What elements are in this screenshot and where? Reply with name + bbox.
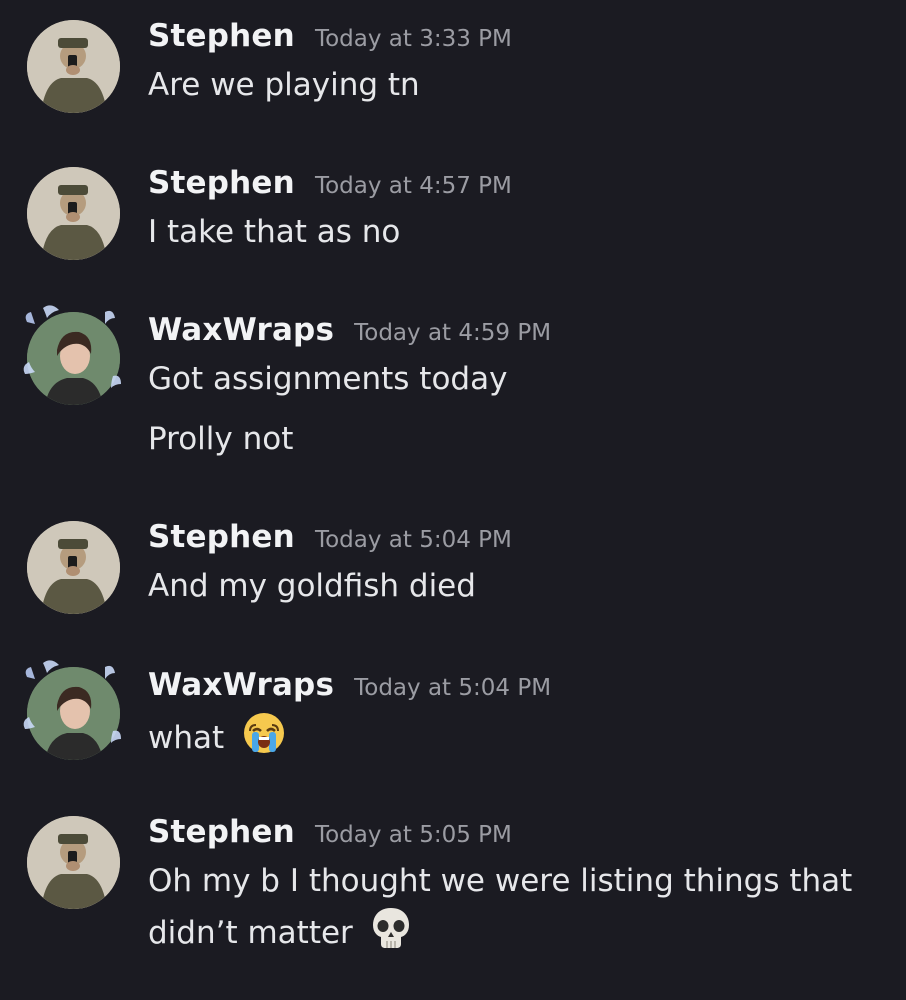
chat-message-list: Stephen Today at 3:33 PM Are we playing … [0, 0, 906, 1000]
message-header: Stephen Today at 3:33 PM [148, 18, 512, 58]
message-text-content: what [148, 720, 225, 756]
username[interactable]: Stephen [148, 165, 295, 201]
message-text: And my goldfish died [148, 568, 476, 604]
message-text: didn’t matter [148, 906, 411, 963]
username[interactable]: WaxWraps [148, 667, 334, 703]
timestamp: Today at 5:05 PM [314, 822, 512, 848]
avatar-decoration-icon [23, 305, 121, 388]
message-header: WaxWraps Today at 5:04 PM [148, 667, 551, 707]
avatar[interactable] [23, 305, 121, 405]
message-text: Are we playing tn [148, 67, 420, 103]
skull-icon [371, 906, 411, 963]
username[interactable]: Stephen [148, 814, 295, 850]
avatar[interactable] [27, 167, 120, 260]
avatar-decoration-icon [23, 660, 121, 743]
message-header: WaxWraps Today at 4:59 PM [148, 312, 551, 352]
message-text: Prolly not [148, 421, 294, 457]
message-text: Oh my b I thought we were listing things… [148, 863, 853, 899]
avatar[interactable] [27, 816, 120, 909]
message-text: Got assignments today [148, 361, 508, 397]
timestamp: Today at 4:59 PM [354, 320, 552, 346]
message-text: what [148, 711, 286, 768]
username[interactable]: Stephen [148, 519, 295, 555]
avatar[interactable] [23, 660, 121, 760]
timestamp: Today at 3:33 PM [314, 26, 512, 52]
username[interactable]: Stephen [148, 18, 295, 54]
message-text-content: didn’t matter [148, 915, 353, 951]
avatar[interactable] [27, 20, 120, 113]
avatar[interactable] [27, 521, 120, 614]
message-text: I take that as no [148, 214, 401, 250]
message-header: Stephen Today at 5:04 PM [148, 519, 512, 559]
timestamp: Today at 5:04 PM [314, 527, 512, 553]
message-header: Stephen Today at 4:57 PM [148, 165, 512, 205]
timestamp: Today at 5:04 PM [354, 675, 552, 701]
loudly-crying-face-icon [242, 711, 286, 768]
message-header: Stephen Today at 5:05 PM [148, 814, 512, 854]
username[interactable]: WaxWraps [148, 312, 334, 348]
timestamp: Today at 4:57 PM [314, 173, 512, 199]
